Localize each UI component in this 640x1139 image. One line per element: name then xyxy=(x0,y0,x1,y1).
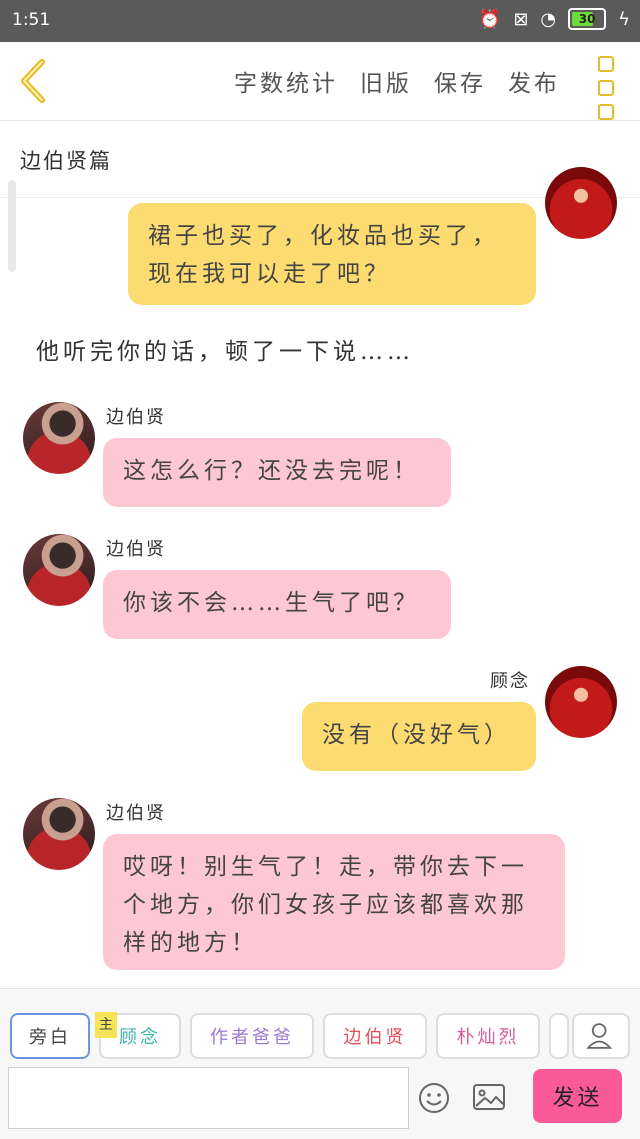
bubble-line: 个地方，你们女孩子应该都喜欢那 xyxy=(123,892,528,918)
chip-label: 朴灿烈 xyxy=(456,1027,520,1048)
bubble-line: 哎呀！别生气了！走，带你去下一 xyxy=(123,854,528,880)
top-bar: 字数统计 旧版 保存 发布 xyxy=(0,42,640,121)
bubble-line: 样的地方！ xyxy=(123,930,258,956)
story-title: 边伯贤篇 xyxy=(20,149,112,173)
more-menu-icon[interactable] xyxy=(598,56,616,120)
send-button[interactable]: 发送 xyxy=(533,1069,622,1123)
chip-label: 边伯贤 xyxy=(343,1027,407,1048)
chip-label: 顾念 xyxy=(119,1027,161,1048)
image-icon[interactable] xyxy=(472,1082,506,1112)
avatar-byun[interactable] xyxy=(23,402,95,474)
publish-button[interactable]: 发布 xyxy=(508,64,560,98)
chat-bubble: 裙子也买了，化妆品也买了， 现在我可以走了吧？ xyxy=(128,203,536,305)
bubble-line: 裙子也买了，化妆品也买了， xyxy=(148,223,499,249)
add-character-button[interactable] xyxy=(572,1013,630,1059)
sim-off-icon: ⊠ xyxy=(513,8,529,30)
send-label: 发送 xyxy=(552,1086,603,1111)
top-nav: 字数统计 旧版 保存 发布 xyxy=(234,64,560,98)
avatar-guinian[interactable] xyxy=(545,666,617,738)
narration-text: 他听完你的话，顿了一下说…… xyxy=(36,339,414,365)
character-chip-byun[interactable]: 边伯贤 xyxy=(323,1013,427,1059)
emoji-icon[interactable] xyxy=(418,1082,450,1114)
character-chip-narrator[interactable]: 旁白 xyxy=(10,1013,90,1059)
chip-label: 作者爸爸 xyxy=(210,1027,294,1048)
chat-bubble: 你该不会……生气了吧？ xyxy=(103,570,451,639)
wifi-icon: ◔ xyxy=(540,8,557,30)
character-chip-more[interactable] xyxy=(549,1013,569,1059)
save-button[interactable]: 保存 xyxy=(434,64,486,98)
avatar-byun[interactable] xyxy=(23,798,95,870)
old-version-button[interactable]: 旧版 xyxy=(360,64,412,98)
sender-name: 边伯贤 xyxy=(106,407,166,428)
word-count-button[interactable]: 字数统计 xyxy=(234,64,338,98)
status-bar: 1:51 ⏰ ⊠ ◔ 30 ϟ xyxy=(0,0,640,42)
status-icons: ⏰ ⊠ ◔ 30 ϟ xyxy=(479,8,630,30)
user-icon xyxy=(586,1023,613,1049)
bubble-text: 你该不会……生气了吧？ xyxy=(123,590,420,616)
bubble-line: 现在我可以走了吧？ xyxy=(148,261,391,287)
scrollbar[interactable] xyxy=(8,180,16,272)
avatar-guinian[interactable] xyxy=(545,167,617,239)
chat-bubble: 这怎么行？还没去完呢！ xyxy=(103,438,451,507)
battery-level: 30 xyxy=(578,12,596,26)
bubble-text: 这怎么行？还没去完呢！ xyxy=(123,458,420,484)
character-chip-author[interactable]: 作者爸爸 xyxy=(190,1013,314,1059)
back-icon[interactable] xyxy=(14,56,58,106)
charging-icon: ϟ xyxy=(618,8,630,30)
message-input[interactable] xyxy=(8,1067,409,1129)
main-character-badge: 主 xyxy=(95,1012,117,1038)
sender-name: 顾念 xyxy=(490,671,530,692)
status-time: 1:51 xyxy=(12,10,51,30)
chat-bubble: 哎呀！别生气了！走，带你去下一 个地方，你们女孩子应该都喜欢那 样的地方！ xyxy=(103,834,565,970)
battery-icon: 30 xyxy=(568,8,607,30)
sender-name: 边伯贤 xyxy=(106,803,166,824)
chip-label: 旁白 xyxy=(29,1027,71,1048)
chat-bubble: 没有（没好气） xyxy=(302,702,536,771)
bubble-text: 没有（没好气） xyxy=(322,722,511,748)
avatar-byun[interactable] xyxy=(23,534,95,606)
sender-name: 边伯贤 xyxy=(106,539,166,560)
alarm-icon: ⏰ xyxy=(478,8,502,30)
character-chip-park[interactable]: 朴灿烈 xyxy=(436,1013,540,1059)
story-title-bar: 边伯贤篇 xyxy=(0,121,640,198)
